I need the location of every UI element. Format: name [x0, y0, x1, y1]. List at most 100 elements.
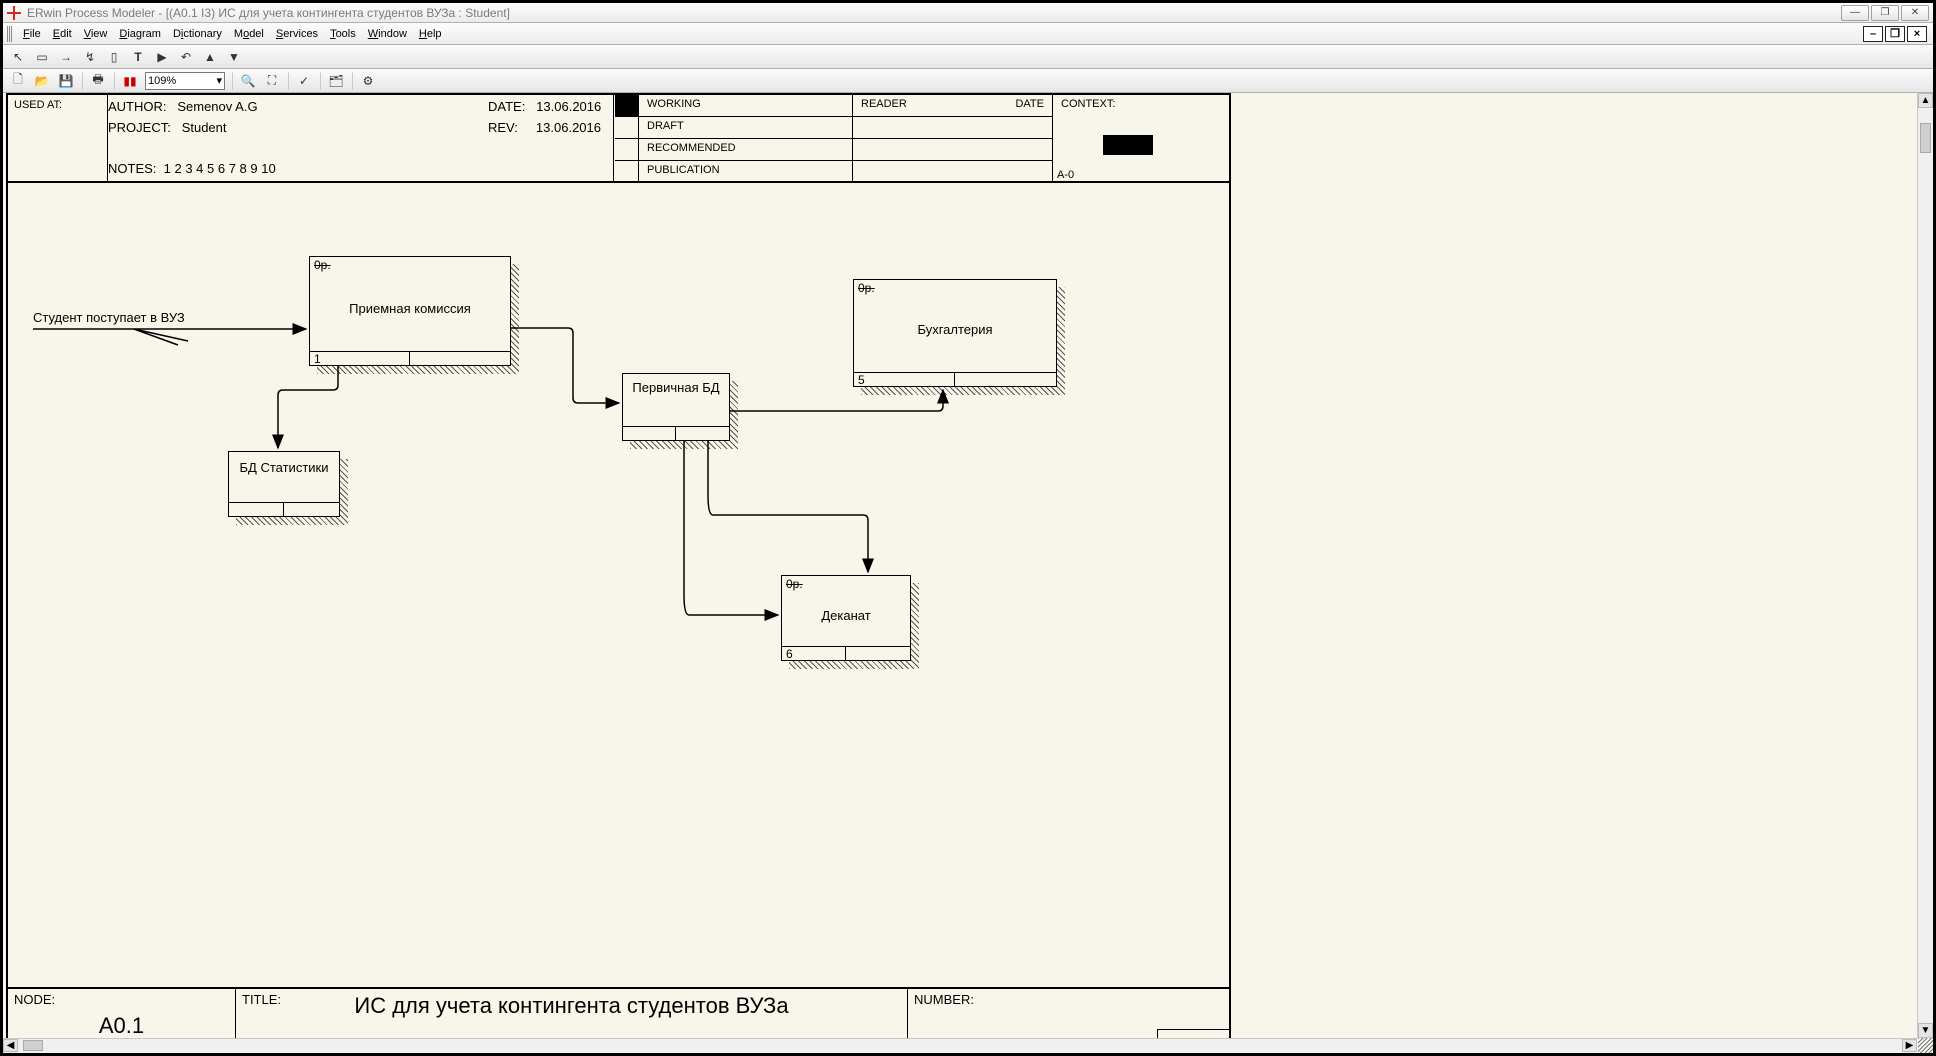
model-explorer-icon[interactable]: 🗂: [327, 72, 345, 90]
close-button[interactable]: ✕: [1901, 5, 1929, 21]
label-project: PROJECT:: [108, 120, 171, 135]
squiggle-tool-icon[interactable]: ↯: [81, 48, 99, 66]
horizontal-scrollbar[interactable]: ◀ ▶: [3, 1038, 1917, 1053]
box2-title: Бухгалтерия: [854, 322, 1056, 337]
scroll-thumb-h[interactable]: [23, 1040, 43, 1051]
nav-down-icon[interactable]: ▼: [225, 48, 243, 66]
value-notes: 1 2 3 4 5 6 7 8 9 10: [164, 161, 276, 176]
label-context: CONTEXT:: [1061, 98, 1221, 110]
vertical-scrollbar[interactable]: ▲ ▼: [1917, 93, 1933, 1038]
pointer-tool-icon[interactable]: ↖: [9, 48, 27, 66]
save-icon[interactable]: 💾: [57, 72, 75, 90]
menubar: File Edit View Diagram Dictionary Model …: [3, 23, 1933, 45]
status-marker: [615, 95, 639, 117]
box5-num: 6: [782, 647, 846, 660]
activity-box-5[interactable]: 0р. Деканат 6: [781, 575, 911, 661]
properties-icon[interactable]: ⚙: [359, 72, 377, 90]
open-icon[interactable]: 📂: [33, 72, 51, 90]
new-icon[interactable]: 🗋: [9, 72, 27, 90]
diagram-canvas[interactable]: USED AT: AUTHOR: Semenov A.G PROJECT: St…: [3, 93, 1933, 1038]
separator: [287, 72, 289, 90]
separator: [231, 72, 233, 90]
mdi-minimize-button[interactable]: –: [1863, 26, 1883, 42]
box4-title: БД Статистики: [229, 460, 339, 475]
context-code: A-0: [1057, 169, 1074, 181]
input-arrow-label: Студент поступает в ВУЗ: [33, 310, 185, 325]
scroll-right-icon[interactable]: ▶: [1902, 1039, 1917, 1052]
menu-services[interactable]: Services: [270, 26, 324, 42]
grip-handle[interactable]: [7, 26, 13, 42]
arrow-tool-icon[interactable]: →: [57, 48, 75, 66]
print-icon[interactable]: 🖶: [89, 72, 107, 90]
value-title: ИС для учета контингента студентов ВУЗа: [236, 993, 907, 1019]
label-date: DATE:: [488, 99, 525, 114]
value-rev: 13.06.2016: [536, 120, 601, 135]
menu-tools[interactable]: Tools: [324, 26, 362, 42]
separator: [351, 72, 353, 90]
menu-view[interactable]: View: [78, 26, 114, 42]
activity-box-1[interactable]: 0р. Приемная комиссия 1: [309, 256, 511, 366]
nav-up-icon[interactable]: ▲: [201, 48, 219, 66]
activity-box-tool-icon[interactable]: ▭: [33, 48, 51, 66]
label-date2: DATE: [992, 95, 1052, 116]
header-used-at: USED AT:: [8, 95, 108, 183]
separator: [81, 72, 83, 90]
toolbar-standard: 🗋 📂 💾 🖶 ▮▮ 109% ▾ 🔍 ⛶ ✓ 🗂 ⚙: [3, 69, 1933, 93]
status-recommended: RECOMMENDED: [639, 139, 852, 161]
toolbar-drawing: ↖ ▭ → ↯ ▯ T ▶ ↶ ▲ ▼: [3, 45, 1933, 69]
idef0-frame: USED AT: AUTHOR: Semenov A.G PROJECT: St…: [6, 93, 1231, 1038]
menu-dictionary[interactable]: Dictionary: [167, 26, 228, 42]
zoom-select[interactable]: 109% ▾: [145, 72, 225, 90]
status-publication: PUBLICATION: [639, 161, 852, 183]
page-number-box: [1157, 1029, 1229, 1038]
workspace: USED AT: AUTHOR: Semenov A.G PROJECT: St…: [3, 93, 1933, 1038]
label-node: NODE:: [14, 992, 229, 1007]
menu-help[interactable]: Help: [413, 26, 448, 42]
separator: [319, 72, 321, 90]
titlebar: ERwin Process Modeler - [(A0.1 I3) ИС дл…: [3, 3, 1933, 23]
size-grip[interactable]: [1918, 1038, 1933, 1053]
scroll-thumb[interactable]: [1920, 123, 1931, 153]
value-author: Semenov A.G: [177, 99, 257, 114]
undo-icon[interactable]: ↶: [177, 48, 195, 66]
box1-num: 1: [310, 352, 410, 365]
external-ref-tool-icon[interactable]: ▯: [105, 48, 123, 66]
box3-title: Первичная БД: [623, 380, 729, 395]
label-number: NUMBER:: [914, 992, 1223, 1007]
menu-edit[interactable]: Edit: [47, 26, 78, 42]
context-thumbnail: [1103, 135, 1153, 155]
datastore-box-3[interactable]: Первичная БД: [622, 373, 730, 441]
separator: [113, 72, 115, 90]
zoom-value: 109%: [148, 75, 176, 87]
text-tool-icon[interactable]: T: [129, 48, 147, 66]
dropdown-icon: ▾: [216, 74, 222, 87]
go-parent-icon[interactable]: ▶: [153, 48, 171, 66]
box5-title: Деканат: [782, 608, 910, 623]
label-rev: REV:: [488, 120, 518, 135]
window-title: ERwin Process Modeler - [(A0.1 I3) ИС дл…: [27, 6, 510, 20]
minimize-button[interactable]: —: [1841, 5, 1869, 21]
menu-diagram[interactable]: Diagram: [113, 26, 167, 42]
box2-num: 5: [854, 373, 955, 386]
value-date: 13.06.2016: [536, 99, 601, 114]
menu-file[interactable]: File: [17, 26, 47, 42]
app-icon: [7, 6, 21, 20]
zoom-in-icon[interactable]: 🔍: [239, 72, 257, 90]
mdi-restore-button[interactable]: ❐: [1885, 26, 1905, 42]
menu-window[interactable]: Window: [362, 26, 413, 42]
scroll-left-icon[interactable]: ◀: [3, 1039, 18, 1052]
spellcheck-icon[interactable]: ✓: [295, 72, 313, 90]
box1-title: Приемная комиссия: [310, 301, 510, 316]
datastore-box-4[interactable]: БД Статистики: [228, 451, 340, 517]
label-author: AUTHOR:: [108, 99, 167, 114]
scroll-down-icon[interactable]: ▼: [1918, 1023, 1933, 1038]
activity-box-2[interactable]: 0р. Бухгалтерия 5: [853, 279, 1057, 387]
zoom-fit-icon[interactable]: ⛶: [263, 72, 281, 90]
label-notes: NOTES:: [108, 161, 156, 176]
status-working: WORKING: [639, 95, 852, 117]
maximize-button[interactable]: ❐: [1871, 5, 1899, 21]
reports-icon[interactable]: ▮▮: [121, 72, 139, 90]
menu-model[interactable]: Model: [228, 26, 270, 42]
mdi-close-button[interactable]: ×: [1907, 26, 1927, 42]
scroll-up-icon[interactable]: ▲: [1918, 93, 1933, 108]
